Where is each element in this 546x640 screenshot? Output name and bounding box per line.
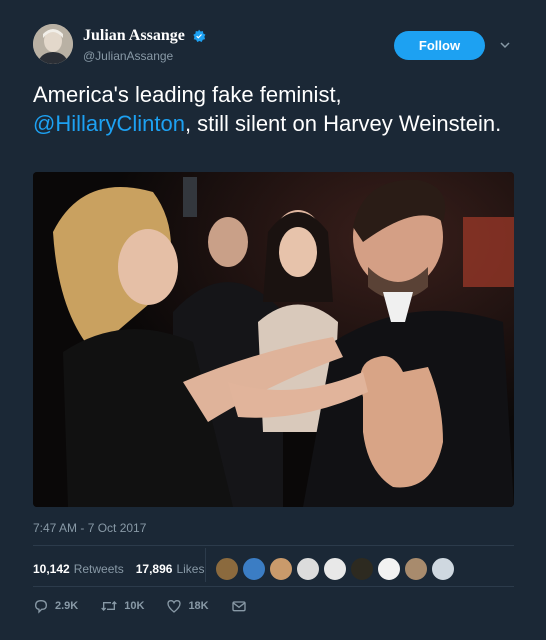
- liker-avatar[interactable]: [296, 557, 320, 581]
- tweet-card: Julian Assange @JulianAssange Follow Ame…: [0, 0, 546, 640]
- likes-label: Likes: [176, 562, 205, 576]
- tweet-text: America's leading fake feminist, @Hillar…: [33, 80, 513, 138]
- reply-count: 2.9K: [55, 600, 79, 612]
- avatar[interactable]: [33, 24, 73, 64]
- like-count: 18K: [188, 600, 209, 612]
- liker-avatars: [215, 557, 458, 581]
- retweet-icon: [101, 601, 118, 611]
- retweets-label: Retweets: [73, 562, 124, 576]
- retweet-count: 10K: [124, 600, 145, 612]
- liker-avatar[interactable]: [404, 557, 428, 581]
- tweet-timestamp[interactable]: 7:47 AM - 7 Oct 2017: [33, 521, 146, 535]
- liker-avatar[interactable]: [350, 557, 374, 581]
- engagement-stats: 10,142 Retweets 17,896 Likes: [33, 556, 216, 582]
- liker-avatar[interactable]: [215, 557, 239, 581]
- retweet-button[interactable]: 10K: [100, 598, 144, 614]
- liker-avatar[interactable]: [269, 557, 293, 581]
- display-name[interactable]: Julian Assange: [83, 27, 185, 45]
- chevron-down-icon[interactable]: [498, 38, 512, 52]
- liker-avatar[interactable]: [431, 557, 455, 581]
- liker-avatar[interactable]: [242, 557, 266, 581]
- envelope-icon: [231, 601, 246, 612]
- stats-separator: [205, 548, 206, 582]
- tweet-photo[interactable]: [33, 172, 514, 507]
- tweet-text-part1: America's leading fake feminist,: [33, 82, 342, 107]
- follow-button[interactable]: Follow: [394, 31, 485, 60]
- heart-icon: [167, 599, 182, 613]
- reply-button[interactable]: 2.9K: [33, 598, 78, 614]
- like-button[interactable]: 18K: [166, 598, 209, 614]
- divider: [33, 545, 514, 546]
- message-button[interactable]: [231, 598, 253, 614]
- liker-avatar[interactable]: [323, 557, 347, 581]
- likes-count: 17,896: [135, 562, 173, 576]
- retweets-count: 10,142: [33, 562, 70, 576]
- action-bar: 2.9K 10K 18K: [33, 598, 275, 614]
- verified-badge-icon: [193, 29, 206, 43]
- tweet-text-part2: , still silent on Harvey Weinstein.: [184, 111, 502, 136]
- author-handle[interactable]: @JulianAssange: [83, 49, 173, 63]
- liker-avatar[interactable]: [377, 557, 401, 581]
- reply-icon: [34, 599, 48, 614]
- likes-stat[interactable]: 17,896 Likes: [136, 562, 205, 576]
- divider: [33, 586, 514, 587]
- author-name-row: Julian Assange: [83, 27, 206, 45]
- mention-link[interactable]: @HillaryClinton: [33, 111, 185, 136]
- retweets-stat[interactable]: 10,142 Retweets: [33, 562, 124, 576]
